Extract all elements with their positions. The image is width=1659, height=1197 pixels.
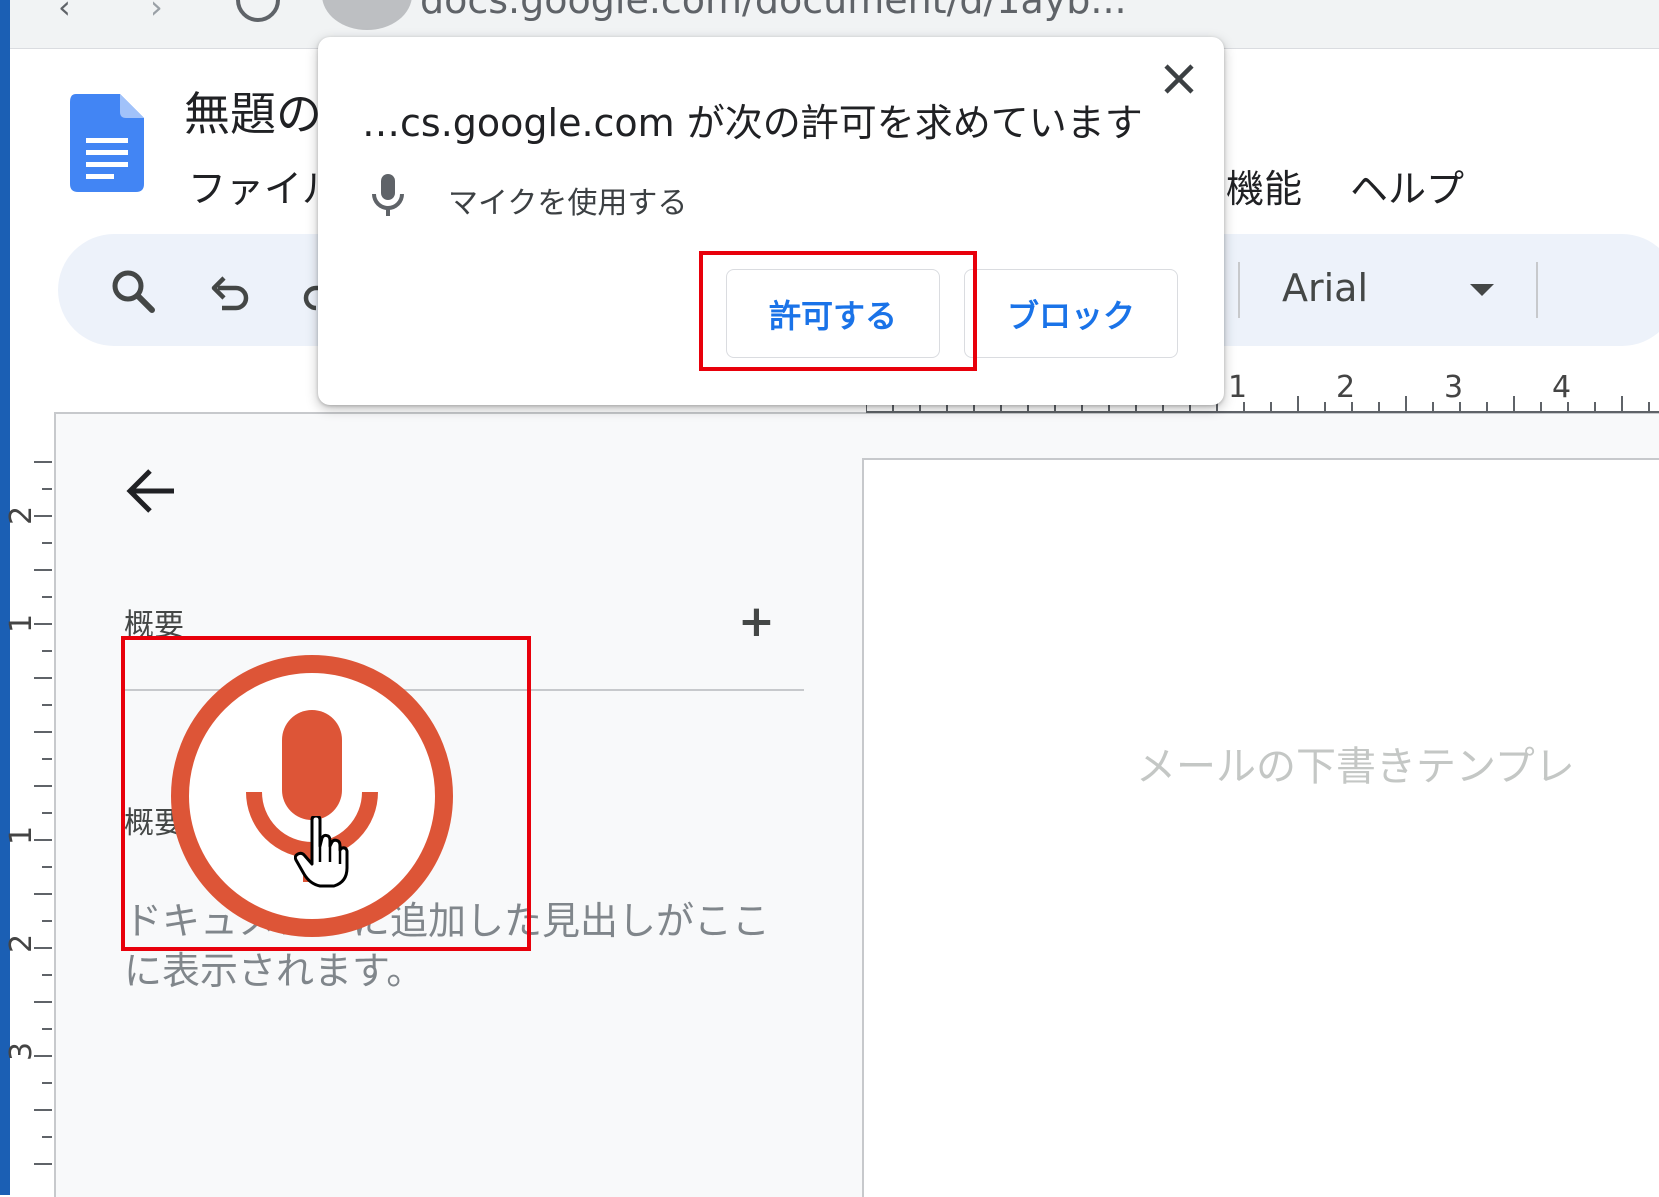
microphone-icon [372,174,404,216]
undo-icon[interactable] [208,272,254,318]
vertical-ruler[interactable]: 2 1 1 2 3 [4,412,56,1195]
ruler-number: 3 [4,1041,40,1062]
address-bar-url[interactable]: docs.google.com/document/d/1ayb... [420,0,1127,22]
back-nav-icon[interactable]: ‹ [58,0,71,26]
font-family-select[interactable]: Arial [1282,266,1368,310]
hand-cursor-icon [294,816,349,888]
forward-nav-icon[interactable]: › [150,0,163,26]
plus-icon[interactable]: + [738,596,775,647]
ruler-number: 1 [4,825,40,846]
toolbar-divider [1238,262,1240,318]
ruler-number: 3 [1444,370,1464,405]
arrow-left-icon[interactable] [124,466,180,516]
voice-typing-mic-icon[interactable] [168,652,456,940]
allow-highlight-box [699,251,977,371]
window-edge [0,0,10,1195]
permission-description: マイクを使用する [448,186,688,221]
menu-tools[interactable]: 機能 [1226,158,1302,213]
ruler-number: 4 [1552,370,1572,405]
ruler-number: 1 [1228,370,1248,405]
menu-help[interactable]: ヘルプ [1350,158,1464,213]
document-title[interactable]: 無題の [184,78,322,144]
chevron-down-icon[interactable] [1470,284,1494,296]
ruler-number: 2 [4,505,40,526]
document-page[interactable] [862,458,1659,1197]
ruler-ticks [34,461,52,1165]
ruler-number: 2 [1336,370,1356,405]
toolbar-divider [1536,262,1538,318]
ruler-number: 1 [4,613,40,634]
close-icon[interactable] [1162,62,1196,96]
ruler-number: 2 [4,933,40,954]
google-docs-logo-icon[interactable] [70,94,144,192]
search-icon[interactable] [110,268,156,314]
block-button[interactable]: ブロック [964,269,1178,358]
page-placeholder-text: メールの下書きテンプレ [1136,744,1575,790]
permission-dialog-title: …cs.google.com が次の許可を求めています [362,101,1143,145]
